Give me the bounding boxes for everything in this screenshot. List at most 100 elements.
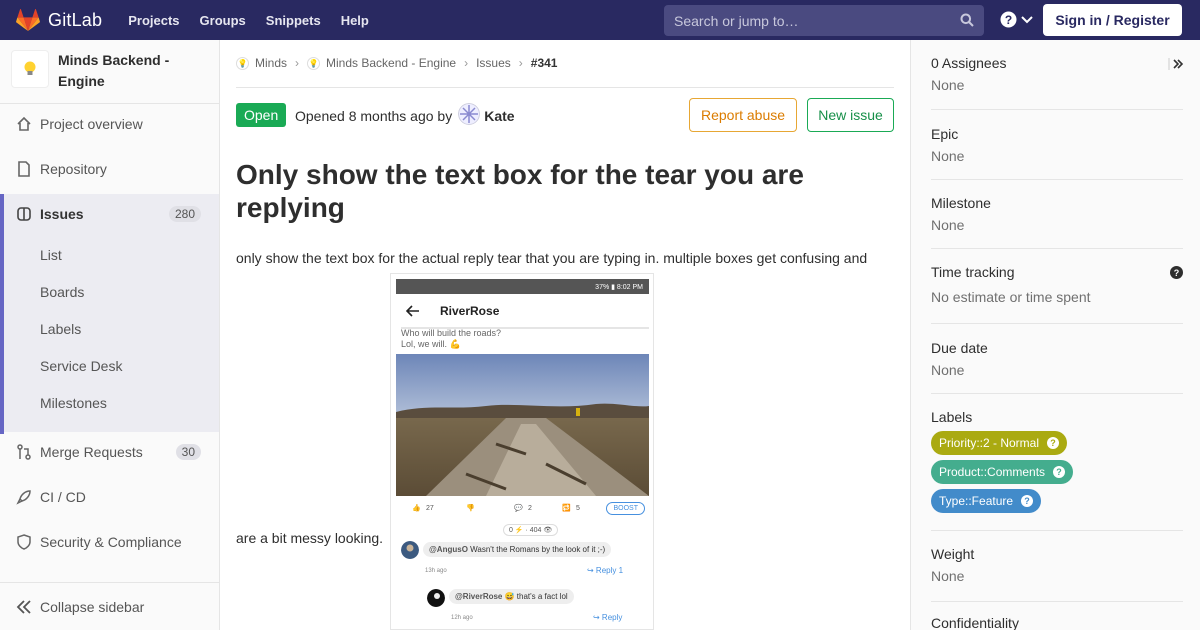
attached-screenshot[interactable]: 37% ▮ 8:02 PM RiverRose Who will build t…: [390, 273, 654, 630]
project-avatar: [11, 50, 49, 88]
milestone-value: None: [931, 217, 965, 233]
report-abuse-button[interactable]: Report abuse: [689, 98, 797, 132]
assignees-value: None: [931, 77, 965, 93]
time-tracking-value: No estimate or time spent: [931, 289, 1091, 305]
help-icon[interactable]: ?: [1170, 266, 1183, 279]
sidebar-item-repository[interactable]: Repository: [0, 149, 219, 189]
nav-snippets[interactable]: Snippets: [266, 13, 321, 28]
nav-groups[interactable]: Groups: [200, 13, 246, 28]
labels-block: Labels Priority::2 - Normal ? Product::C…: [931, 409, 1183, 531]
weight-title: Weight: [931, 546, 975, 562]
help-icon[interactable]: ?: [1053, 466, 1066, 478]
due-date-value: None: [931, 362, 965, 378]
sidebar-item-label: CI / CD: [40, 489, 86, 505]
post-stats: 0 ⚡ · 404 👁: [503, 524, 559, 536]
epic-value: None: [931, 148, 965, 164]
thumbs-up-icon[interactable]: 👍: [412, 504, 421, 512]
document-icon: [18, 161, 30, 177]
issue-description-line2: are a bit messy looking.: [236, 530, 384, 546]
breadcrumb-separator: ›: [518, 56, 523, 70]
issue-title: Only show the text box for the tear you …: [236, 159, 804, 223]
home-icon: [17, 116, 31, 131]
chevron-down-icon: [1021, 15, 1033, 23]
comment-count: 2: [528, 505, 532, 512]
sidebar-item-merge-requests[interactable]: Merge Requests 30: [0, 432, 219, 472]
breadcrumb-project[interactable]: 💡 Minds Backend - Engine: [307, 56, 456, 70]
breadcrumb-minds[interactable]: 💡 Minds: [236, 56, 287, 70]
label-type[interactable]: Type::Feature ?: [931, 489, 1042, 513]
sidebar-item-ci-cd[interactable]: CI / CD: [0, 477, 219, 517]
sidebar-item-security-compliance[interactable]: Security & Compliance: [0, 522, 219, 562]
commenter-avatar: [401, 541, 419, 559]
issues-count-badge: 280: [168, 206, 201, 222]
nav-help[interactable]: Help: [341, 13, 369, 28]
phone-header: RiverRose: [396, 294, 649, 328]
issues-submenu: [0, 232, 219, 432]
comment-user[interactable]: @RiverRose: [455, 592, 502, 601]
project-header[interactable]: Minds Backend - Engine: [0, 40, 219, 104]
search-input[interactable]: [674, 12, 944, 29]
sidebar-item-issues[interactable]: Issues 280: [0, 194, 219, 434]
remind-icon[interactable]: 🔁: [562, 504, 571, 512]
thumbs-down-icon[interactable]: 👎: [466, 504, 475, 512]
sidebar-subitem-boards[interactable]: Boards: [40, 284, 84, 300]
sidebar-subitem-list[interactable]: List: [40, 247, 62, 263]
issues-icon: [17, 207, 31, 221]
assignees-block: 0 Assignees None: [931, 55, 1183, 110]
sidebar-subitem-labels[interactable]: Labels: [40, 321, 81, 337]
gitlab-logo[interactable]: GitLab: [16, 9, 102, 31]
time-tracking-block: Time tracking ? No estimate or time spen…: [931, 264, 1183, 324]
issue-description-line1: only show the text box for the actual re…: [236, 250, 868, 266]
author-avatar[interactable]: [458, 103, 481, 125]
issue-main: 💡 Minds › 💡 Minds Backend - Engine › Iss…: [236, 40, 894, 630]
breadcrumb-issue-number[interactable]: #341: [531, 56, 558, 70]
reply-link[interactable]: ↪ Reply: [593, 613, 622, 622]
milestone-block: Milestone None: [931, 195, 1183, 249]
author-name[interactable]: Kate: [484, 108, 514, 124]
lightbulb-icon: 💡: [236, 56, 249, 70]
breadcrumb-label: Minds Backend - Engine: [326, 56, 457, 70]
help-icon: ?: [1000, 11, 1017, 28]
label-priority[interactable]: Priority::2 - Normal ?: [931, 431, 1068, 455]
boost-button[interactable]: BOOST: [606, 502, 645, 515]
sidebar-subitem-service-desk[interactable]: Service Desk: [40, 358, 122, 374]
breadcrumb-issues[interactable]: Issues: [476, 56, 511, 70]
back-arrow-icon: [406, 305, 419, 317]
due-date-title: Due date: [931, 340, 988, 356]
sign-in-button[interactable]: Sign in / Register: [1043, 4, 1182, 36]
status-badge: Open: [236, 103, 287, 127]
new-issue-button[interactable]: New issue: [807, 98, 894, 132]
comment-user[interactable]: @AngusO: [429, 545, 468, 554]
caption-line: Lol, we will. 💪: [401, 339, 461, 349]
collapse-sidebar-button[interactable]: Collapse sidebar: [0, 582, 219, 630]
svg-text:?: ?: [1005, 13, 1012, 27]
label-text: Priority::2 - Normal: [939, 436, 1040, 450]
lightbulb-icon: [24, 61, 36, 75]
help-icon[interactable]: ?: [1047, 437, 1060, 449]
issue-sidebar: 0 Assignees None Epic None Milestone Non…: [910, 40, 1200, 630]
shield-icon: [17, 534, 31, 550]
double-chevron-left-icon: [16, 599, 31, 614]
nav-projects[interactable]: Projects: [128, 13, 179, 28]
gitlab-tanuki-icon: [16, 9, 40, 31]
rocket-icon: [16, 490, 31, 505]
top-navbar: GitLab Projects Groups Snippets Help ? S…: [0, 0, 1200, 40]
sidebar-item-label: Project overview: [40, 116, 143, 132]
sidebar-subitem-milestones[interactable]: Milestones: [40, 395, 107, 411]
left-sidebar: Minds Backend - Engine Project overview …: [0, 40, 220, 630]
comment-time: 12h ago: [451, 615, 473, 621]
help-icon[interactable]: ?: [1021, 495, 1034, 507]
sidebar-item-project-overview[interactable]: Project overview: [0, 104, 219, 144]
search-box: [664, 5, 984, 36]
comment-icon[interactable]: 💬: [514, 504, 523, 512]
sidebar-item-label: Issues: [40, 206, 84, 222]
breadcrumb: 💡 Minds › 💡 Minds Backend - Engine › Iss…: [236, 56, 557, 70]
help-dropdown[interactable]: ?: [1000, 11, 1033, 28]
breadcrumb-separator: ›: [464, 56, 469, 70]
label-product[interactable]: Product::Comments ?: [931, 460, 1074, 484]
label-text: Type::Feature: [939, 494, 1014, 508]
post-photo: [396, 354, 649, 496]
comment-time: 13h ago: [425, 568, 447, 574]
reply-link[interactable]: ↪ Reply 1: [587, 566, 623, 575]
search-icon[interactable]: [960, 13, 974, 27]
